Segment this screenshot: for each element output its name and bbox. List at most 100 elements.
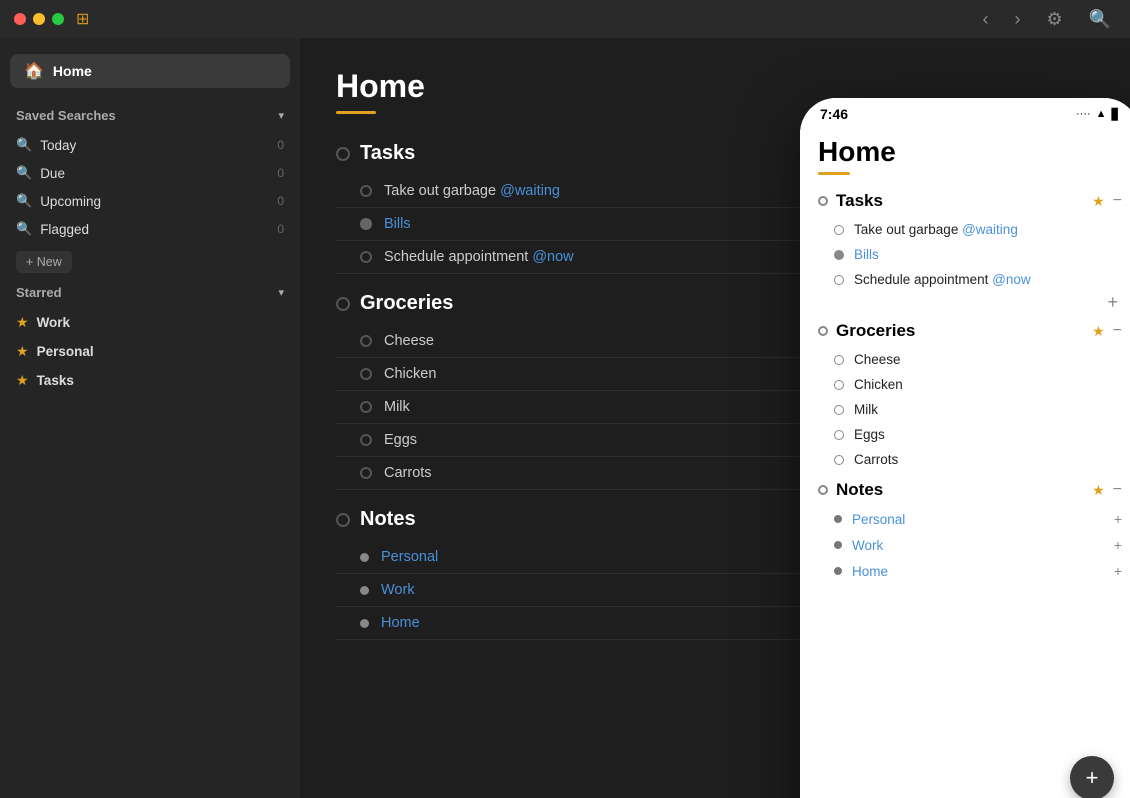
phone-task-circle-bills: [834, 250, 844, 260]
search-button[interactable]: 🔍: [1084, 7, 1116, 32]
battery-icon: ▊: [1112, 108, 1120, 121]
upcoming-label: Upcoming: [40, 194, 277, 209]
phone-task-circle-schedule: [834, 275, 844, 285]
phone-notes-circle: [818, 485, 828, 495]
tag-now: @now: [532, 249, 573, 265]
sidebar-item-personal[interactable]: ★ Personal: [0, 337, 300, 366]
upcoming-count: 0: [277, 194, 284, 208]
task-link-bills[interactable]: Bills: [384, 216, 411, 232]
starred-chevron: ▾: [278, 286, 284, 299]
task-text-garbage: Take out garbage @waiting: [384, 183, 560, 199]
new-button[interactable]: + New: [16, 251, 72, 273]
sidebar-home-label: Home: [53, 63, 92, 79]
phone-task-garbage: Take out garbage @waiting: [818, 217, 1122, 242]
minimize-button[interactable]: [33, 13, 45, 25]
note-dot-home: [360, 619, 369, 628]
starred-section: Starred ▾ ★ Work ★ Personal ★ Tasks: [0, 281, 300, 395]
sidebar-item-home[interactable]: 🏠 Home: [10, 54, 290, 88]
note-link-personal[interactable]: Personal: [381, 549, 438, 565]
flagged-label: Flagged: [40, 222, 277, 237]
phone-title: Home: [818, 136, 1122, 168]
back-button[interactable]: ‹: [977, 7, 993, 32]
content-title-underline: [336, 111, 376, 114]
forward-button[interactable]: ›: [1009, 7, 1025, 32]
starred-header[interactable]: Starred ▾: [0, 281, 300, 304]
task-text-milk: Milk: [384, 399, 410, 415]
saved-searches-chevron: ▾: [278, 109, 284, 122]
tasks-section-circle: [336, 147, 350, 161]
sidebar-item-upcoming[interactable]: 🔍 Upcoming 0: [0, 187, 300, 215]
settings-button[interactable]: ⚙: [1041, 7, 1067, 32]
phone-notes-home-plus[interactable]: +: [1114, 563, 1122, 579]
phone-content: Home Tasks ★ − Take out garbage @waiting: [800, 126, 1130, 786]
phone-tag-now: @now: [992, 272, 1030, 287]
phone-groceries-header: Groceries ★ −: [818, 321, 1122, 341]
traffic-lights: [14, 13, 64, 25]
groceries-section-title: Groceries: [360, 292, 453, 315]
task-circle-garbage: [360, 185, 372, 197]
due-count: 0: [277, 166, 284, 180]
phone-groceries-minus[interactable]: −: [1113, 322, 1122, 340]
phone-note-home[interactable]: Home +: [818, 558, 1122, 584]
task-text-eggs: Eggs: [384, 432, 417, 448]
sidebar-item-work[interactable]: ★ Work: [0, 308, 300, 337]
sidebar-item-due[interactable]: 🔍 Due 0: [0, 159, 300, 187]
phone-note-dot-personal: [834, 515, 842, 523]
note-link-work[interactable]: Work: [381, 582, 415, 598]
phone-task-circle-eggs: [834, 430, 844, 440]
phone-note-dot-work: [834, 541, 842, 549]
sidebar-item-today[interactable]: 🔍 Today 0: [0, 131, 300, 159]
phone-task-circle-chicken: [834, 380, 844, 390]
task-circle-schedule: [360, 251, 372, 263]
phone-notes-title: Notes: [836, 480, 1092, 500]
tag-waiting: @waiting: [500, 183, 560, 199]
sidebar-item-tasks[interactable]: ★ Tasks: [0, 366, 300, 395]
phone-notes-header: Notes ★ −: [818, 480, 1122, 500]
phone-time: 7:46: [820, 106, 848, 122]
phone-task-circle-garbage: [834, 225, 844, 235]
groceries-section-circle: [336, 297, 350, 311]
phone-note-link-work[interactable]: Work: [852, 538, 883, 553]
sidebar-item-flagged[interactable]: 🔍 Flagged 0: [0, 215, 300, 243]
phone-task-schedule: Schedule appointment @now: [818, 267, 1122, 292]
phone-tasks-actions: ★ −: [1092, 192, 1122, 210]
tasks-section-title: Tasks: [360, 142, 415, 165]
phone-task-bills[interactable]: Bills: [818, 242, 1122, 267]
phone-note-link-personal[interactable]: Personal: [852, 512, 905, 527]
phone-notes-personal-plus[interactable]: +: [1114, 511, 1122, 527]
phone-task-milk: Milk: [818, 397, 1122, 422]
phone-notes-minus[interactable]: −: [1113, 481, 1122, 499]
phone-notes-actions: ★ −: [1092, 481, 1122, 499]
saved-searches-header[interactable]: Saved Searches ▾: [0, 104, 300, 127]
task-circle-cheese: [360, 335, 372, 347]
wifi-icon: ····: [1076, 108, 1091, 120]
main-layout: 🏠 Home Saved Searches ▾ 🔍 Today 0 🔍 Due …: [0, 38, 1130, 798]
sidebar-toggle-icon[interactable]: ⊞: [76, 9, 89, 29]
phone-task-link-bills[interactable]: Bills: [854, 247, 879, 262]
phone-notes-work-plus[interactable]: +: [1114, 537, 1122, 553]
phone-tasks-add[interactable]: +: [818, 292, 1122, 313]
phone-note-personal[interactable]: Personal +: [818, 506, 1122, 532]
task-circle-eggs: [360, 434, 372, 446]
close-button[interactable]: [14, 13, 26, 25]
phone-tasks-minus[interactable]: −: [1113, 192, 1122, 210]
phone-note-link-home[interactable]: Home: [852, 564, 888, 579]
phone-note-work[interactable]: Work +: [818, 532, 1122, 558]
task-circle-milk: [360, 401, 372, 413]
tasks-label: Tasks: [37, 373, 74, 388]
phone-notes-star[interactable]: ★: [1092, 482, 1105, 499]
phone-task-text-garbage: Take out garbage @waiting: [854, 222, 1018, 237]
note-link-home[interactable]: Home: [381, 615, 420, 631]
phone-tasks-star[interactable]: ★: [1092, 193, 1105, 210]
maximize-button[interactable]: [52, 13, 64, 25]
phone-task-cheese: Cheese: [818, 347, 1122, 372]
note-dot-work: [360, 586, 369, 595]
phone-task-chicken: Chicken: [818, 372, 1122, 397]
starred-title: Starred: [16, 285, 62, 300]
phone-fab-button[interactable]: +: [1070, 756, 1114, 798]
task-circle-bills: [360, 218, 372, 230]
phone-mockup: 7:46 ···· ▲ ▊ Home Tasks ★ −: [800, 98, 1130, 798]
phone-groceries-star[interactable]: ★: [1092, 323, 1105, 340]
phone-task-circle-cheese: [834, 355, 844, 365]
task-text-chicken: Chicken: [384, 366, 436, 382]
